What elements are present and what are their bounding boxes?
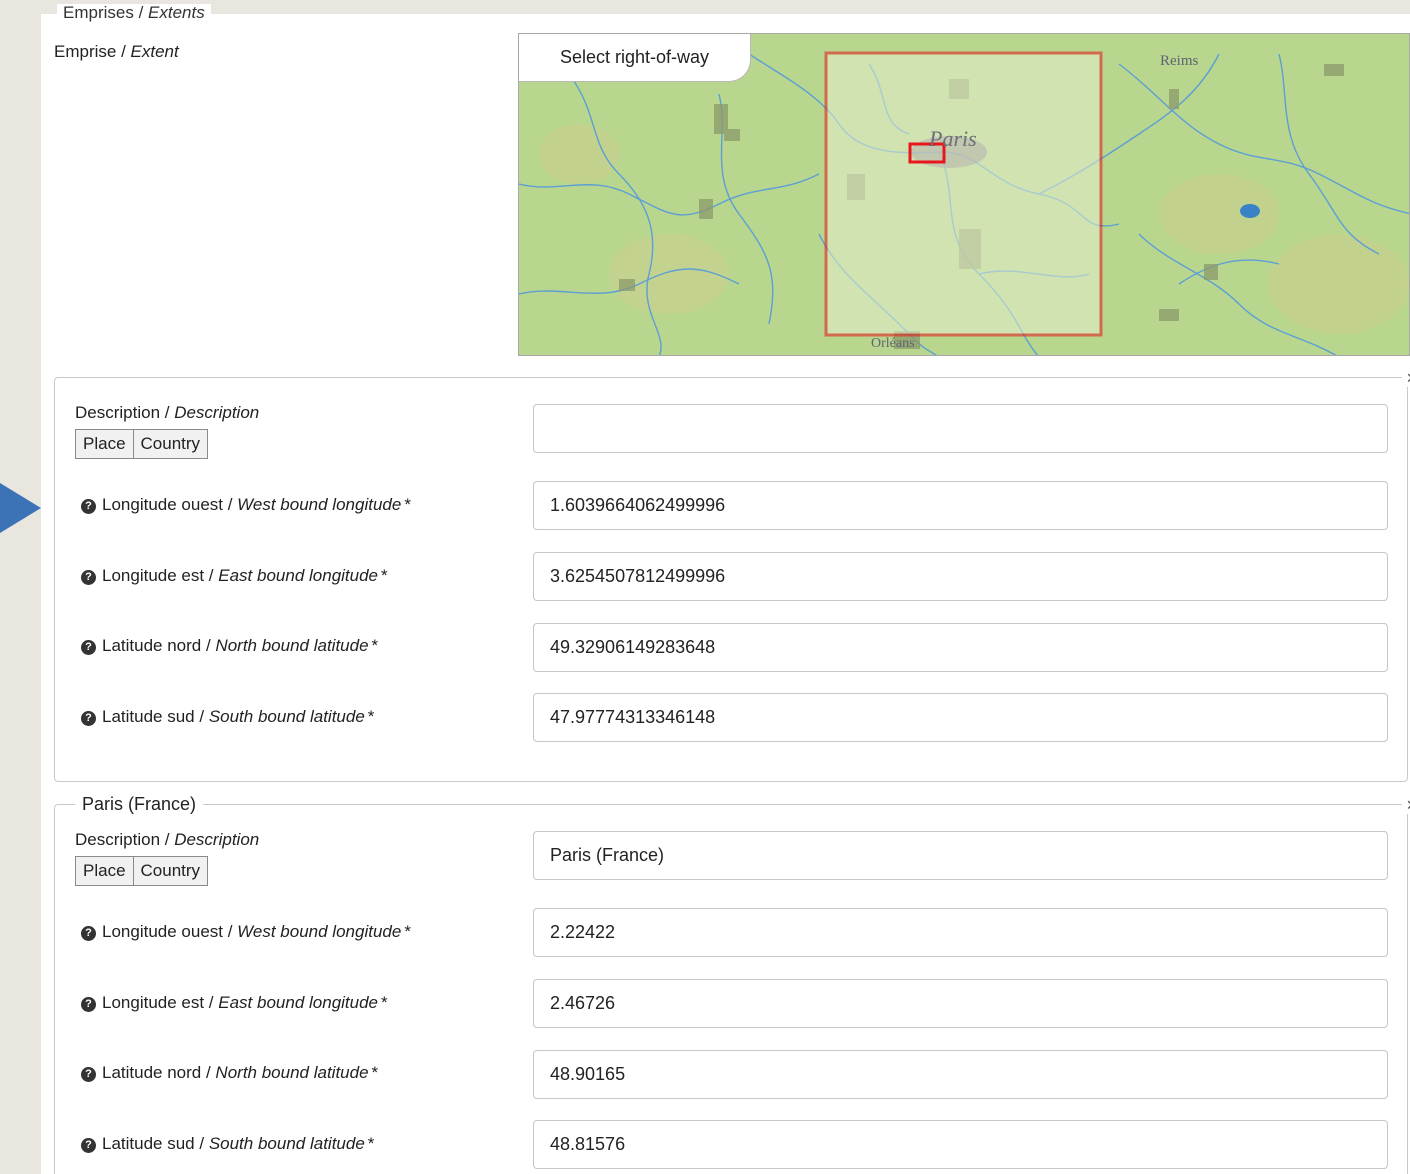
label-main: Latitude nord / — [102, 636, 216, 655]
west-longitude-label: ? Longitude ouest / West bound longitude * — [81, 922, 411, 942]
label-italic: West bound longitude — [237, 495, 402, 514]
north-latitude-label: ? Latitude nord / North bound latitude * — [81, 636, 378, 656]
description-chips: Place Country — [75, 429, 209, 459]
help-icon[interactable]: ? — [81, 570, 96, 585]
help-icon[interactable]: ? — [81, 711, 96, 726]
required-marker: * — [371, 1063, 379, 1082]
label-italic: South bound latitude — [208, 707, 365, 726]
label-italic: East bound longitude — [218, 566, 379, 585]
select-right-of-way-tab[interactable]: Select right-of-way — [519, 34, 751, 82]
pointer-arrow-icon — [0, 483, 41, 533]
description-label-main: Description / — [75, 830, 175, 849]
description-input[interactable] — [533, 404, 1388, 453]
required-marker: * — [381, 566, 388, 585]
extent-label-italic: Extent — [130, 42, 179, 61]
extent-label: Emprise / Extent — [54, 42, 179, 62]
map-lake — [1240, 204, 1260, 218]
help-icon[interactable]: ? — [81, 926, 96, 941]
place-chip[interactable]: Place — [75, 429, 134, 459]
map-label-paris: Paris — [928, 126, 977, 151]
map-canvas[interactable]: Paris Reims Orléans — [519, 34, 1410, 356]
description-chips: Place Country — [75, 856, 209, 886]
west-longitude-input[interactable] — [533, 908, 1388, 957]
extent-box-1: × Description / Description Place Countr… — [54, 369, 1410, 782]
extent-label-main: Emprise / — [54, 42, 131, 61]
selection-rectangle[interactable] — [824, 51, 1103, 337]
label-main: Longitude ouest / — [102, 495, 238, 514]
map-label-reims: Reims — [1160, 53, 1198, 69]
label-italic: North bound latitude — [215, 1063, 369, 1082]
help-icon[interactable]: ? — [81, 997, 96, 1012]
label-main: Longitude est / — [102, 993, 219, 1012]
description-label-main: Description / — [75, 403, 175, 422]
country-chip[interactable]: Country — [133, 856, 209, 886]
required-marker: * — [404, 495, 411, 514]
required-marker: * — [367, 1134, 375, 1153]
extent-legend: Paris (France) — [75, 793, 204, 815]
help-icon[interactable]: ? — [81, 499, 96, 514]
east-longitude-input[interactable] — [533, 979, 1388, 1028]
required-marker: * — [404, 922, 411, 941]
north-latitude-input[interactable] — [533, 623, 1388, 672]
description-input[interactable] — [533, 831, 1388, 880]
label-italic: North bound latitude — [215, 636, 369, 655]
close-icon[interactable]: × — [1402, 369, 1410, 387]
required-marker: * — [381, 993, 388, 1012]
description-label-italic: Description — [174, 830, 260, 849]
west-longitude-label: ? Longitude ouest / West bound longitude * — [81, 495, 411, 515]
help-icon[interactable]: ? — [81, 1138, 96, 1153]
label-main: Latitude sud / — [102, 1134, 209, 1153]
close-icon[interactable]: × — [1402, 796, 1410, 814]
label-italic: East bound longitude — [218, 993, 379, 1012]
label-main: Latitude sud / — [102, 707, 209, 726]
north-latitude-label: ? Latitude nord / North bound latitude * — [81, 1063, 378, 1083]
south-latitude-label: ? Latitude sud / South bound latitude * — [81, 1134, 374, 1154]
section-legend-main: Emprises / — [63, 4, 149, 22]
country-chip[interactable]: Country — [133, 429, 209, 459]
extent-map[interactable]: Paris Reims Orléans Select right-of-way — [518, 33, 1410, 356]
west-longitude-input[interactable] — [533, 481, 1388, 530]
section-legend-italic: Extents — [148, 4, 205, 22]
description-label: Description / Description — [75, 830, 259, 850]
extent-box-2: Paris (France) × Description / Descripti… — [54, 793, 1410, 1174]
south-latitude-input[interactable] — [533, 693, 1388, 742]
place-chip[interactable]: Place — [75, 856, 134, 886]
help-icon[interactable]: ? — [81, 640, 96, 655]
east-longitude-label: ? Longitude est / East bound longitude * — [81, 566, 388, 586]
help-icon[interactable]: ? — [81, 1067, 96, 1082]
map-label-orleans: Orléans — [871, 336, 915, 351]
description-label: Description / Description — [75, 403, 259, 423]
label-main: Longitude ouest / — [102, 922, 238, 941]
label-main: Latitude nord / — [102, 1063, 216, 1082]
south-latitude-label: ? Latitude sud / South bound latitude * — [81, 707, 374, 727]
required-marker: * — [371, 636, 379, 655]
description-label-italic: Description — [174, 403, 260, 422]
label-italic: South bound latitude — [208, 1134, 365, 1153]
east-longitude-input[interactable] — [533, 552, 1388, 601]
label-italic: West bound longitude — [237, 922, 402, 941]
section-legend: Emprises / Extents — [57, 4, 211, 22]
required-marker: * — [367, 707, 375, 726]
south-latitude-input[interactable] — [533, 1120, 1388, 1169]
label-main: Longitude est / — [102, 566, 219, 585]
north-latitude-input[interactable] — [533, 1050, 1388, 1099]
east-longitude-label: ? Longitude est / East bound longitude * — [81, 993, 388, 1013]
